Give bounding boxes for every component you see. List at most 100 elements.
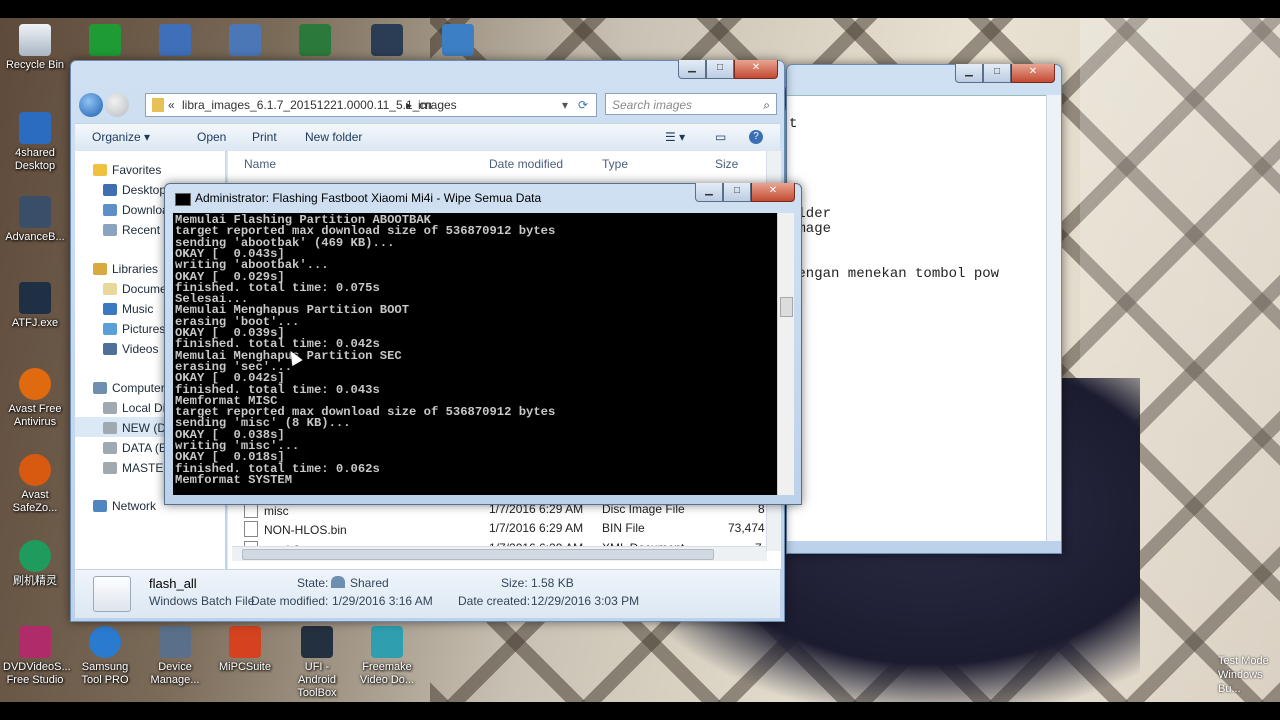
nav-drive-master[interactable]: MASTER — [103, 461, 172, 475]
file-name-text: misc — [264, 504, 289, 518]
minimize-button[interactable]: ▁ — [955, 64, 983, 83]
console-title: Administrator: Flashing Fastboot Xiaomi … — [195, 191, 542, 205]
test-mode-watermark: Test Mode Windows Bu... — [1218, 654, 1269, 696]
file-name-text: NON-HLOS.bin — [264, 523, 347, 537]
scrollbar-thumb[interactable] — [780, 297, 793, 317]
nav-libraries[interactable]: Libraries — [93, 262, 158, 276]
text-content[interactable]: t older image dengan menekan tombol pow — [787, 95, 1047, 541]
organize-button[interactable]: Organize ▾ — [92, 130, 150, 144]
minimize-button[interactable]: ▁ — [678, 60, 706, 79]
desktop-icon-dvdvideosoft[interactable]: DVDVideoS... Free Studio — [3, 626, 71, 687]
back-arrow-icon[interactable] — [79, 93, 103, 117]
open-button[interactable]: Open — [197, 130, 226, 144]
desktop-icon-mipcsuite[interactable]: MiPCSuite — [213, 626, 277, 674]
nav-label: Music — [122, 302, 154, 316]
new-folder-button[interactable]: New folder — [305, 130, 362, 144]
breadcrumb-current[interactable]: images — [418, 94, 457, 116]
nav-pictures[interactable]: Pictures — [103, 322, 165, 336]
batch-file-gear-icon — [93, 576, 131, 612]
desktop-icon-top-4[interactable] — [283, 24, 347, 59]
forward-arrow-icon[interactable] — [105, 93, 129, 117]
console-line: Memformat SYSTEM — [175, 472, 293, 487]
desktop-icon-atfj[interactable]: ATFJ.exe — [3, 282, 67, 330]
nav-label: Computer — [112, 381, 165, 395]
preview-pane-icon[interactable]: ▭ — [715, 130, 726, 144]
desktop-icon-ufi-toolbox[interactable]: UFI - Android ToolBox — [285, 626, 349, 700]
network-icon — [93, 500, 107, 512]
nav-favorites[interactable]: Favorites — [93, 163, 161, 177]
horizontal-scrollbar[interactable] — [232, 546, 767, 561]
recent-places-icon — [103, 224, 117, 236]
console-window[interactable]: Administrator: Flashing Fastboot Xiaomi … — [164, 183, 802, 505]
breadcrumb-separator[interactable]: ▸ — [406, 94, 412, 116]
background-text-window[interactable]: ▁ □ ✕ t older image dengan menekan tombo… — [786, 64, 1062, 554]
watermark-line: Test Mode — [1218, 655, 1269, 667]
desktop-icon-top-5[interactable] — [355, 24, 419, 59]
desktop-icon-top-6[interactable] — [426, 24, 490, 59]
nav-label: Desktop — [122, 183, 167, 197]
desktop-icon-freemake[interactable]: Freemake Video Do... — [355, 626, 419, 687]
file-icon — [244, 521, 258, 537]
address-bar[interactable]: « libra_images_6.1.7_20151221.0000.11_5.… — [145, 93, 597, 117]
close-button[interactable]: ✕ — [734, 60, 778, 79]
nav-videos[interactable]: Videos — [103, 342, 158, 356]
column-header-size[interactable]: Size — [715, 157, 738, 171]
desktop-icon-4shared[interactable]: 4shared Desktop — [3, 112, 67, 173]
maximize-button[interactable]: □ — [983, 64, 1011, 83]
scrollbar-thumb[interactable] — [242, 549, 714, 560]
dvdvideosoft-icon — [19, 626, 51, 658]
help-icon[interactable]: ? — [749, 130, 763, 144]
detail-created-label: Date created: — [458, 594, 531, 608]
chevron-down-icon[interactable]: ▾ — [562, 94, 568, 116]
print-button[interactable]: Print — [252, 130, 277, 144]
nav-desktop[interactable]: Desktop — [103, 183, 166, 197]
column-header-type[interactable]: Type — [602, 157, 628, 171]
drive-icon — [103, 462, 117, 474]
maximize-button[interactable]: □ — [723, 183, 751, 202]
desktop-icon-shuaji[interactable]: 刷机精灵 — [3, 540, 67, 588]
desktop-icon-top-2[interactable] — [143, 24, 207, 59]
documents-icon — [103, 283, 117, 295]
breadcrumb-parent[interactable]: libra_images_6.1.7_20151221.0000.11_5.1_… — [182, 94, 432, 116]
nav-music[interactable]: Music — [103, 302, 153, 316]
search-input[interactable]: Search images ⌕ — [605, 93, 777, 115]
desktop-icon-top-1[interactable] — [73, 24, 137, 59]
nav-label: Favorites — [112, 163, 162, 177]
close-button[interactable]: ✕ — [751, 183, 795, 202]
command-prompt-icon — [175, 193, 191, 206]
console-scrollbar[interactable] — [777, 213, 794, 495]
close-button[interactable]: ✕ — [1011, 64, 1055, 83]
mipcsuite-icon — [229, 626, 261, 658]
shortcut-icon — [442, 24, 474, 56]
breadcrumb-overflow[interactable]: « — [168, 94, 175, 116]
detail-filename: flash_all — [149, 576, 197, 591]
file-row-non-hlos[interactable]: NON-HLOS.bin 1/7/2016 6:29 AM BIN File 7… — [228, 518, 768, 538]
desktop-icon — [103, 184, 117, 196]
nav-label: Videos — [122, 342, 159, 356]
maximize-button[interactable]: □ — [706, 60, 734, 79]
desktop-icon-recycle-bin[interactable]: Recycle Bin — [3, 24, 67, 72]
caption-buttons: ▁ □ ✕ — [695, 183, 795, 202]
desktop-icon-avast-free[interactable]: Avast Free Antivirus — [3, 368, 67, 429]
desktop-icon-top-3[interactable] — [213, 24, 277, 59]
console-output[interactable]: Memulai Flashing Partition ABOOTBAK targe… — [173, 213, 777, 495]
nav-computer[interactable]: Computer — [93, 381, 165, 395]
refresh-icon[interactable]: ⟳ — [578, 94, 588, 116]
desktop-icon-advanceb[interactable]: AdvanceB... — [3, 196, 67, 244]
desktop-icon-samsung-tool[interactable]: Samsung Tool PRO — [73, 626, 137, 687]
desktop-icon-device-manager[interactable]: Device Manage... — [143, 626, 207, 687]
view-options-icon[interactable]: ☰ ▾ — [665, 130, 685, 144]
minimize-button[interactable]: ▁ — [695, 183, 723, 202]
detail-state-label: State: — [297, 576, 329, 590]
users-icon — [331, 576, 345, 588]
recycle-bin-icon — [19, 24, 51, 56]
detail-created-value: 12/29/2016 3:03 PM — [531, 594, 640, 608]
column-header-date[interactable]: Date modified — [489, 157, 563, 171]
vertical-scrollbar[interactable] — [1046, 95, 1061, 541]
music-icon — [103, 303, 117, 315]
column-header-name[interactable]: Name — [244, 157, 276, 171]
detail-filetype: Windows Batch File — [149, 594, 255, 608]
nav-drive-d[interactable]: NEW (D:) — [103, 421, 173, 435]
nav-network[interactable]: Network — [93, 499, 156, 513]
desktop-icon-avast-safezone[interactable]: Avast SafeZo... — [3, 454, 67, 515]
